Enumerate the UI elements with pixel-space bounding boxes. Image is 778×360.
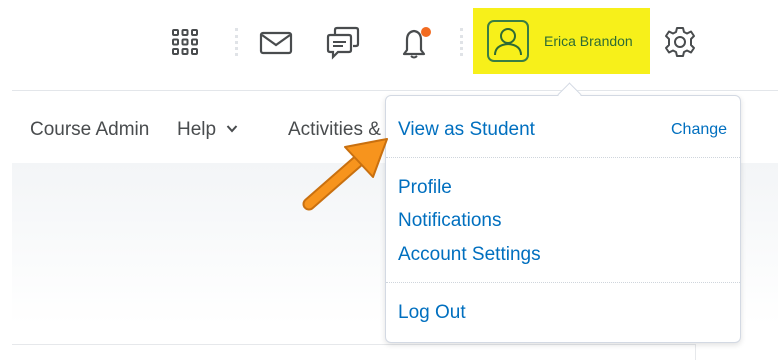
gear-icon[interactable] xyxy=(663,25,697,59)
notifications-link[interactable]: Notifications xyxy=(398,210,502,232)
header-divider xyxy=(235,28,238,56)
view-as-student-link[interactable]: View as Student xyxy=(398,119,535,141)
menu-divider xyxy=(386,157,740,158)
nav-item-course-admin[interactable]: Course Admin xyxy=(30,119,149,141)
content-border xyxy=(12,344,695,345)
account-settings-link[interactable]: Account Settings xyxy=(398,244,541,266)
profile-link[interactable]: Profile xyxy=(398,177,452,199)
header-divider xyxy=(460,28,463,56)
avatar[interactable] xyxy=(487,20,529,62)
top-header xyxy=(0,0,778,88)
chevron-down-icon xyxy=(226,125,238,133)
arrow-annotation-icon xyxy=(302,138,388,211)
change-link[interactable]: Change xyxy=(671,121,727,139)
mail-icon[interactable] xyxy=(259,31,293,55)
chat-icon[interactable] xyxy=(326,26,360,60)
nav-item-help[interactable]: Help xyxy=(177,119,216,141)
log-out-link[interactable]: Log Out xyxy=(398,302,466,324)
user-name[interactable]: Erica Brandon xyxy=(544,33,633,49)
content-border xyxy=(695,344,696,360)
waffle-icon[interactable] xyxy=(171,28,199,56)
bell-icon[interactable] xyxy=(395,24,435,60)
notification-dot xyxy=(421,27,431,37)
avatar-icon xyxy=(494,28,522,56)
menu-divider xyxy=(386,282,740,283)
